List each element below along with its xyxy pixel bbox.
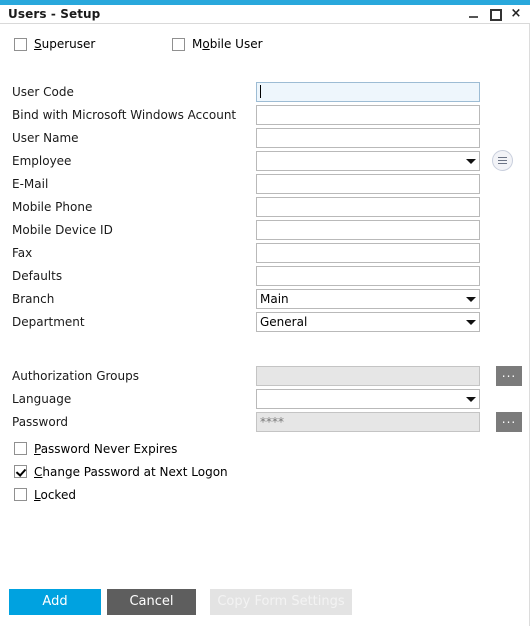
cancel-button[interactable]: Cancel [107,589,196,615]
password-never-expires-label: Password Never Expires [34,441,178,456]
checkbox-change-password-next-logon[interactable]: Change Password at Next Logon [14,460,529,483]
field-row-authorization-groups: Authorization Groups ... [0,366,529,389]
checkbox-password-never-expires[interactable]: Password Never Expires [14,437,529,460]
password-input[interactable]: **** [256,412,480,432]
branch-select[interactable]: Main [256,289,480,309]
change-password-next-logon-checkbox-box[interactable] [14,465,27,478]
label-user-code: User Code [12,85,74,99]
field-row-mobile-phone: Mobile Phone [0,197,529,220]
field-row-mobile-device-id: Mobile Device ID [0,220,529,243]
authorization-groups-browse-button[interactable]: ... [496,366,522,386]
field-row-user-code: User Code [0,82,529,105]
field-row-email: E-Mail [0,174,529,197]
label-language: Language [12,392,72,406]
label-department: Department [12,315,85,329]
field-row-user-name: User Name [0,128,529,151]
label-employee: Employee [12,154,72,168]
superuser-checkbox-box[interactable] [14,37,27,51]
superuser-label: Superuser [34,37,96,51]
password-browse-button[interactable]: ... [496,412,522,432]
field-row-password: Password **** ... [0,412,529,435]
minimize-icon[interactable] [468,8,480,20]
label-mobile-phone: Mobile Phone [12,200,93,214]
chevron-down-icon-employee[interactable] [466,159,476,164]
top-checkbox-row: Superuser Mobile User [0,37,529,57]
bind-windows-account-input[interactable] [256,105,480,125]
change-password-next-logon-label: Change Password at Next Logon [34,464,228,479]
field-row-department: Department General [0,312,529,335]
add-button[interactable]: Add [9,589,101,615]
field-row-branch: Branch Main [0,289,529,312]
mobile-user-checkbox-box[interactable] [172,37,185,51]
mobile-phone-input[interactable] [256,197,480,217]
chevron-down-icon-branch[interactable] [466,297,476,302]
email-input[interactable] [256,174,480,194]
mobile-device-id-input[interactable] [256,220,480,240]
label-fax: Fax [12,246,33,260]
field-row-fax: Fax [0,243,529,266]
chevron-down-icon-department[interactable] [466,320,476,325]
field-row-employee: Employee [0,150,529,174]
close-icon[interactable]: × [510,7,522,20]
label-password: Password [12,415,69,429]
main-field-list: User Code Bind with Microsoft Windows Ac… [0,82,529,435]
user-code-input[interactable] [256,82,480,102]
field-row-defaults: Defaults [0,266,529,289]
locked-label: Locked [34,487,76,502]
field-row-language: Language [0,389,529,412]
field-row-bind-windows-account: Bind with Microsoft Windows Account [0,105,529,128]
title-bar: Users - Setup × [0,5,530,24]
form-content: Superuser Mobile User User Code Bind wit… [0,24,530,582]
footer-button-bar: Add Cancel Copy Form Settings [0,582,530,626]
label-bind-windows-account: Bind with Microsoft Windows Account [12,108,237,122]
window-controls: × [468,7,524,21]
lower-checkbox-group: Password Never Expires Change Password a… [0,437,529,506]
checkbox-mobile-user[interactable]: Mobile User [172,37,263,51]
chevron-down-icon-language[interactable] [466,397,476,402]
label-user-name: User Name [12,131,79,145]
checkbox-superuser[interactable]: Superuser [14,37,95,51]
label-mobile-device-id: Mobile Device ID [12,223,113,237]
label-authorization-groups: Authorization Groups [12,369,139,383]
maximize-icon[interactable] [489,8,502,21]
defaults-input[interactable] [256,266,480,286]
employee-list-icon[interactable] [492,150,513,171]
language-select[interactable] [256,389,480,409]
users-setup-window: Users - Setup × Superuser Mobile User Us… [0,0,530,626]
authorization-groups-input[interactable] [256,366,480,386]
checkbox-locked[interactable]: Locked [14,483,529,506]
copy-form-settings-button: Copy Form Settings [210,589,352,615]
mobile-user-label: Mobile User [192,37,263,51]
employee-select[interactable] [256,151,480,171]
label-email: E-Mail [12,177,49,191]
label-branch: Branch [12,292,55,306]
locked-checkbox-box[interactable] [14,488,27,501]
user-name-input[interactable] [256,128,480,148]
window-title: Users - Setup [8,7,101,21]
department-select[interactable]: General [256,312,480,332]
fax-input[interactable] [256,243,480,263]
password-never-expires-checkbox-box[interactable] [14,442,27,455]
label-defaults: Defaults [12,269,63,283]
